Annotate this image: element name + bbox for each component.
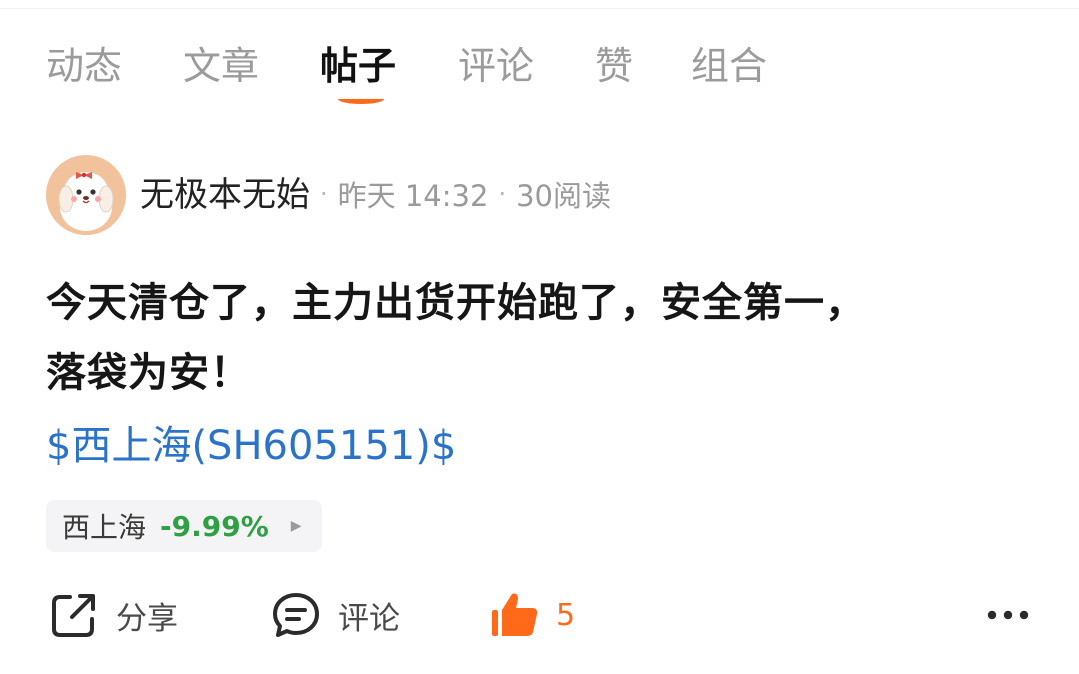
more-button[interactable] <box>987 585 1029 645</box>
chevron-right-icon: ▶ <box>290 518 302 534</box>
avatar[interactable] <box>46 155 126 235</box>
comment-button[interactable]: 评论 <box>270 585 400 645</box>
tab-likes[interactable]: 赞 <box>595 40 633 92</box>
tab-posts[interactable]: 帖子 <box>320 40 396 92</box>
author-name[interactable]: 无极本无始 <box>140 175 310 215</box>
tab-portfolios[interactable]: 组合 <box>691 40 767 92</box>
stock-quote-chip[interactable]: 西上海 -9.99% ▶ <box>46 500 322 552</box>
more-icon <box>987 610 1029 620</box>
comment-icon <box>273 593 319 637</box>
comment-label: 评论 <box>338 600 400 637</box>
post-actions: 分享 评论 5 <box>0 585 1079 645</box>
meta-separator: · <box>498 180 507 208</box>
tab-comments[interactable]: 评论 <box>458 40 534 92</box>
post-body-line: 今天清仓了，主力出货开始跑了，安全第一， <box>46 280 866 326</box>
stock-change: -9.99% <box>160 509 269 543</box>
active-tab-indicator <box>338 94 384 104</box>
like-count: 5 <box>556 597 576 633</box>
like-button[interactable]: 5 <box>490 585 575 645</box>
cartoon-dog-avatar-icon <box>46 155 126 235</box>
share-button[interactable]: 分享 <box>48 585 178 645</box>
meta-separator: · <box>320 180 328 208</box>
tab-dynamics[interactable]: 动态 <box>46 40 122 92</box>
share-label: 分享 <box>116 600 178 637</box>
stock-name: 西上海 <box>62 511 147 544</box>
post-body-line: 落袋为安！ <box>46 350 251 396</box>
stock-mention-link[interactable]: $西上海(SH605151)$ <box>46 418 456 474</box>
post-meta: 无极本无始 · 昨天 14:32 · 30阅读 <box>140 170 611 220</box>
share-icon <box>52 594 95 637</box>
tab-articles[interactable]: 文章 <box>183 40 259 92</box>
post-time: 昨天 14:32 <box>337 179 489 213</box>
post-body[interactable]: 今天清仓了，主力出货开始跑了，安全第一， 落袋为安！ <box>46 268 1026 408</box>
thumbs-up-icon <box>492 593 538 636</box>
read-count: 30阅读 <box>516 179 611 213</box>
top-divider <box>0 8 1079 9</box>
